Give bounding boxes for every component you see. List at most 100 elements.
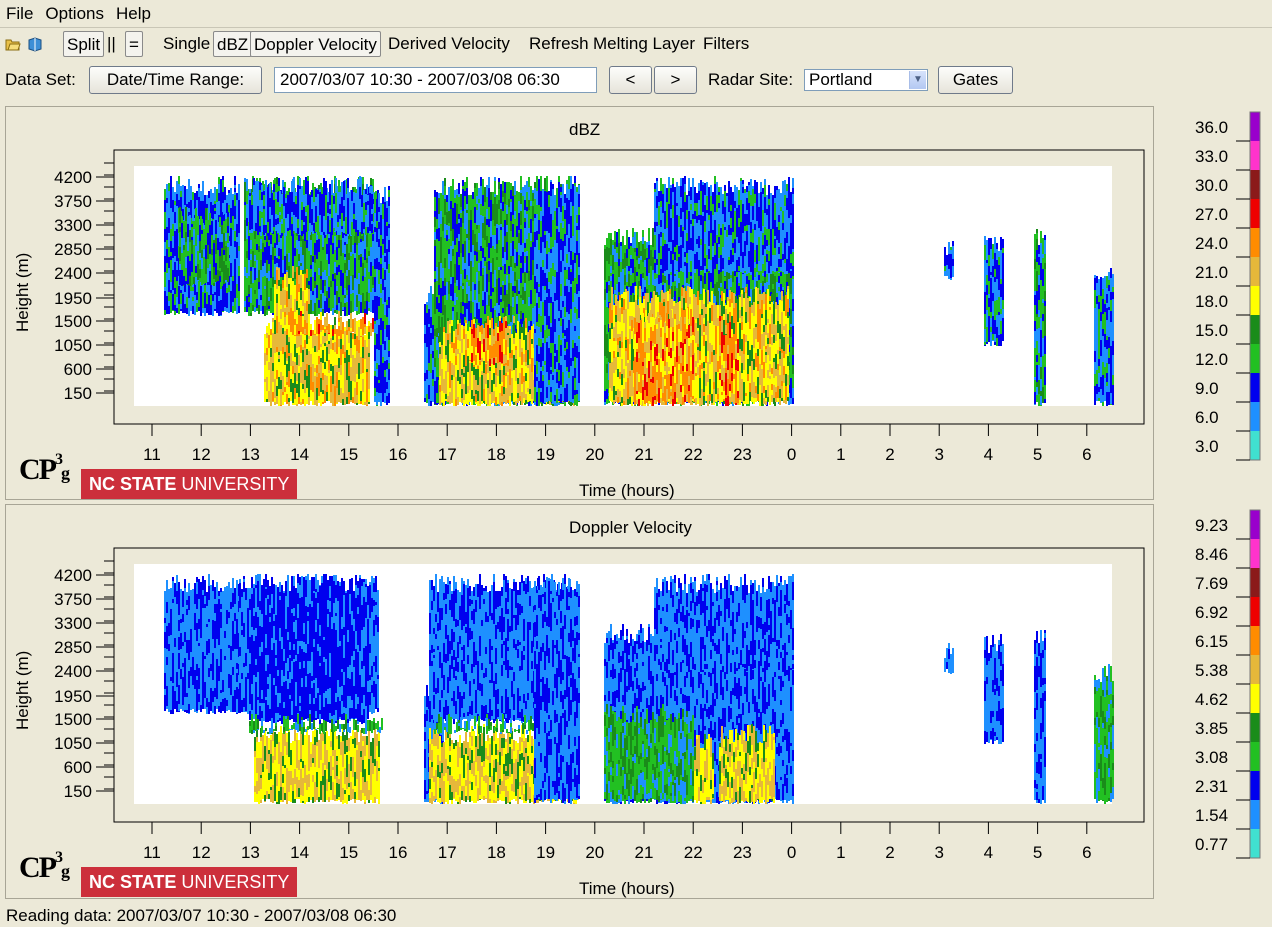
- echo-cell: [450, 186, 452, 191]
- echo-cell: [325, 181, 327, 188]
- date-time-range-button[interactable]: Date/Time Range:: [89, 66, 262, 94]
- echo-cell: [500, 287, 502, 295]
- equal-button[interactable]: =: [125, 31, 143, 57]
- echo-cell: [462, 267, 464, 270]
- echo-cell: [368, 368, 370, 375]
- echo-cell: [302, 384, 304, 389]
- echo-cell: [494, 210, 496, 218]
- echo-cell: [494, 300, 496, 306]
- split-button[interactable]: Split: [63, 31, 105, 57]
- single-button[interactable]: Single: [160, 31, 213, 57]
- echo-cell: [222, 203, 224, 206]
- echo-cell: [310, 354, 312, 367]
- filters-button[interactable]: Filters: [700, 31, 752, 57]
- echo-cell: [382, 363, 384, 379]
- echo-cell: [462, 189, 464, 205]
- echo-cell: [328, 324, 330, 327]
- echo-cell: [488, 243, 490, 258]
- echo-cell: [192, 192, 194, 200]
- echo-cell: [343, 227, 345, 231]
- echo-cell: [376, 296, 378, 300]
- echo-cell: [447, 334, 449, 340]
- echo-cell: [348, 362, 350, 376]
- echo-cell: [510, 186, 512, 190]
- echo-cell: [290, 295, 292, 308]
- parallel-button[interactable]: ||: [104, 31, 119, 57]
- echo-cell: [474, 290, 476, 300]
- echo-cell: [506, 253, 508, 260]
- echo-cell: [282, 368, 284, 376]
- book-icon[interactable]: [27, 36, 43, 52]
- echo-cell: [434, 240, 436, 246]
- next-button[interactable]: >: [654, 66, 697, 94]
- echo-cell: [227, 233, 229, 237]
- echo-cell: [168, 233, 170, 247]
- echo-cell: [201, 274, 203, 285]
- echo-cell: [448, 223, 450, 226]
- echo-cell: [280, 360, 282, 372]
- echo-cell: [326, 313, 328, 326]
- echo-cell: [478, 199, 480, 203]
- echo-cell: [344, 260, 346, 263]
- echo-cell: [308, 351, 310, 365]
- echo-cell: [376, 405, 378, 406]
- gates-button[interactable]: Gates: [938, 66, 1013, 94]
- echo-cell: [310, 349, 312, 354]
- echo-cell: [448, 276, 450, 281]
- chevron-down-icon[interactable]: ▼: [909, 71, 926, 89]
- echo-cell: [287, 202, 289, 214]
- echo-cell: [524, 256, 526, 259]
- radar-site-select[interactable]: Portland ▼: [804, 69, 928, 91]
- echo-cell: [346, 295, 348, 302]
- echo-cell: [374, 204, 376, 213]
- echo-cell: [348, 355, 350, 362]
- echo-cell: [520, 190, 522, 193]
- date-time-range-field[interactable]: 2007/03/07 10:30 - 2007/03/08 06:30: [274, 67, 597, 93]
- refresh-button[interactable]: Refresh: [526, 31, 592, 57]
- menu-options[interactable]: Options: [39, 0, 110, 27]
- open-folder-icon[interactable]: [5, 36, 21, 52]
- echo-cell: [176, 281, 178, 297]
- echo-cell: [322, 280, 324, 293]
- echo-cell: [344, 358, 346, 363]
- echo-cell: [440, 288, 442, 298]
- menu-file[interactable]: File: [0, 0, 39, 27]
- echo-cell: [287, 195, 289, 202]
- echo-cell: [284, 241, 286, 256]
- echo-cell: [458, 197, 460, 207]
- echo-cell: [356, 403, 358, 405]
- echo-cell: [329, 232, 331, 234]
- echo-cell: [250, 271, 252, 284]
- echo-cell: [520, 217, 522, 225]
- menu-help[interactable]: Help: [110, 0, 157, 27]
- echo-cell: [514, 249, 516, 263]
- echo-cell: [325, 209, 327, 220]
- echo-cell: [492, 220, 494, 224]
- derived-velocity-button[interactable]: Derived Velocity: [385, 31, 513, 57]
- echo-cell: [289, 199, 291, 207]
- echo-cell: [322, 260, 324, 272]
- echo-cell: [430, 373, 432, 387]
- echo-cell: [352, 355, 354, 367]
- echo-cell: [376, 363, 378, 369]
- echo-cell: [358, 306, 360, 313]
- melting-layer-button[interactable]: Melting Layer: [590, 31, 698, 57]
- doppler-velocity-button[interactable]: Doppler Velocity: [250, 31, 381, 57]
- echo-cell: [232, 290, 234, 302]
- echo-cell: [258, 235, 260, 242]
- echo-cell: [333, 196, 335, 204]
- echo-cell: [244, 231, 246, 241]
- echo-cell: [253, 185, 255, 194]
- echo-cell: [338, 297, 340, 303]
- prev-button[interactable]: <: [609, 66, 652, 94]
- echo-cell: [380, 345, 382, 355]
- echo-cell: [347, 234, 349, 236]
- echo-cell: [323, 188, 325, 201]
- echo-cell: [214, 295, 216, 309]
- dbz-button[interactable]: dBZ: [213, 31, 253, 57]
- echo-cell: [344, 273, 346, 288]
- echo-cell: [185, 257, 187, 268]
- echo-cell: [294, 399, 296, 405]
- echo-cell: [453, 365, 455, 377]
- echo-cell: [352, 304, 354, 309]
